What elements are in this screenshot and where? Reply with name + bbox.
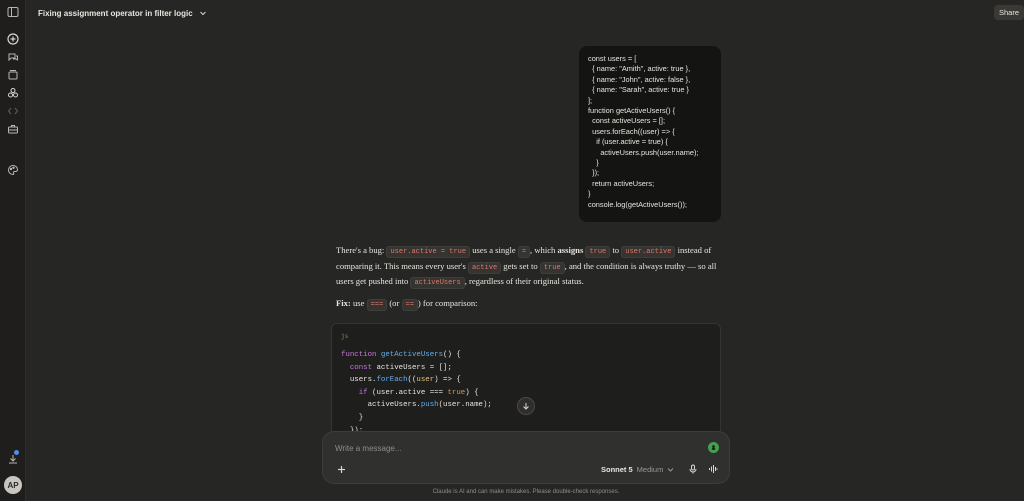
inline-code: true: [585, 246, 611, 258]
model-selector[interactable]: Sonnet 5 Medium: [601, 463, 674, 475]
inline-code: user.active: [621, 246, 676, 258]
add-attachment-button[interactable]: [335, 463, 347, 475]
inline-code: true: [539, 261, 565, 274]
chevron-down-icon: [199, 11, 206, 16]
keyword: const: [349, 363, 373, 372]
inline-code: ===: [366, 298, 388, 311]
user-message: const users = [ { name: "Amith", active:…: [579, 46, 721, 222]
chevron-down-icon: [668, 467, 674, 472]
voice-mode-button[interactable]: [707, 463, 719, 475]
code-text: ) => {: [434, 376, 461, 385]
text: (or: [387, 297, 402, 308]
notification-dot: [14, 450, 19, 455]
code-text: activeUsers = [];: [372, 363, 452, 372]
text: , regardless of their original status.: [464, 276, 584, 286]
user-message-code: const users = [ { name: "Amith", active:…: [588, 54, 699, 209]
text: ) for comparison:: [417, 297, 478, 308]
page-title: Fixing assignment operator in filter log…: [38, 8, 193, 18]
plus-icon: [337, 465, 345, 473]
inline-code: =: [517, 246, 531, 258]
code-block[interactable]: js function getActiveUsers() { const act…: [331, 323, 721, 441]
code-content: function getActiveUsers() { const active…: [341, 349, 492, 437]
code-line: function getActiveUsers() {: [341, 349, 492, 362]
briefcase-icon[interactable]: [6, 122, 20, 136]
share-button[interactable]: Share: [994, 5, 1024, 20]
text: use: [350, 297, 367, 308]
extension-icon[interactable]: [708, 442, 719, 453]
arrow-down-icon: [523, 403, 529, 410]
code-text: activeUsers.: [367, 401, 421, 410]
chats-icon[interactable]: [6, 50, 20, 64]
keyword: function: [341, 351, 377, 359]
code-text: users.: [349, 376, 377, 385]
code-line: if (user.active === true) {: [341, 387, 492, 400]
inline-code: activeUsers: [410, 277, 465, 289]
microphone-icon: [689, 464, 697, 474]
palette-icon[interactable]: [6, 163, 20, 177]
model-name: Sonnet 5: [601, 464, 633, 474]
text: gets set to: [501, 260, 540, 271]
avatar[interactable]: AP: [4, 476, 22, 494]
microphone-button[interactable]: [687, 463, 699, 475]
code-line: users.forEach((user) => {: [341, 374, 492, 387]
code-text: (user.name);: [438, 401, 492, 410]
code-line: const activeUsers = [];: [341, 362, 492, 375]
function-name: getActiveUsers: [380, 351, 444, 359]
code-language-label: js: [341, 333, 349, 340]
assistant-message: There's a bug: user.active = true uses a…: [336, 244, 721, 318]
code-text: () {: [443, 351, 461, 359]
code-text: ) {: [465, 388, 479, 397]
model-mode: Medium: [636, 464, 664, 474]
inline-code: active: [467, 261, 502, 274]
code-line: activeUsers.push(user.name);: [341, 399, 492, 412]
bold-text: Fix:: [336, 297, 351, 308]
text: , which: [530, 245, 558, 255]
sidebar: AP: [0, 0, 26, 501]
new-chat-icon[interactable]: [6, 32, 20, 46]
code-line: }: [341, 413, 364, 422]
text: uses a single: [470, 245, 518, 255]
code-text: (user.active ===: [367, 388, 448, 397]
assistant-paragraph: There's a bug: user.active = true uses a…: [336, 244, 721, 291]
text: to: [610, 245, 622, 255]
param: user: [416, 376, 435, 385]
bold-text: assigns: [557, 245, 584, 255]
message-input[interactable]: [335, 441, 695, 455]
function-name: push: [420, 401, 439, 410]
artifacts-icon[interactable]: [6, 86, 20, 100]
literal: true: [447, 388, 466, 397]
code-icon[interactable]: [6, 104, 20, 118]
assistant-paragraph: Fix: use === (or ==) for comparison:: [336, 297, 721, 313]
function-name: forEach: [376, 376, 408, 385]
sidebar-toggle-icon[interactable]: [6, 5, 20, 19]
message-composer: Sonnet 5 Medium: [322, 431, 730, 484]
scroll-to-bottom-button[interactable]: [517, 397, 535, 415]
inline-code: user.active = true: [386, 246, 471, 258]
waveform-icon: [709, 465, 718, 473]
inline-code: ==: [401, 298, 418, 311]
conversation-title-button[interactable]: Fixing assignment operator in filter log…: [38, 6, 207, 20]
text: There's a bug:: [336, 245, 387, 255]
projects-icon[interactable]: [6, 68, 20, 82]
disclaimer-text: Claude is AI and can make mistakes. Plea…: [432, 489, 620, 495]
keyword: if: [358, 388, 368, 397]
